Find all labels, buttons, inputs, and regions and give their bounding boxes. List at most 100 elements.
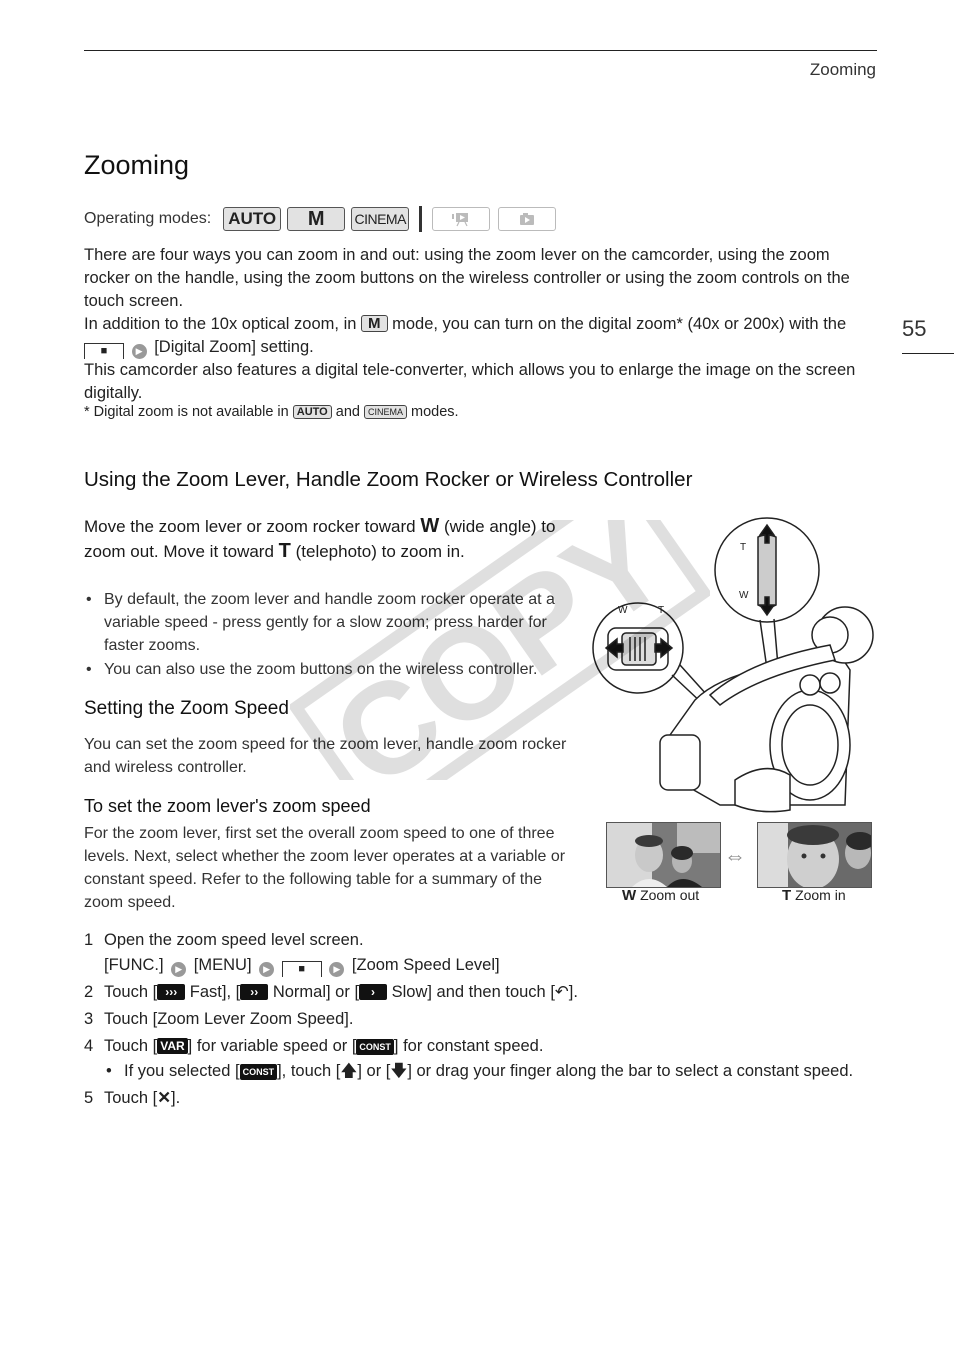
text: [Digital Zoom] setting. xyxy=(154,338,314,356)
text: Touch [ xyxy=(104,983,158,1001)
text: ], touch [ xyxy=(277,1062,341,1080)
lever-label-t: T xyxy=(658,605,664,616)
rocker-label-t: T xyxy=(740,542,746,553)
swap-arrow-icon: ⇔ xyxy=(724,843,746,868)
running-title: Zooming xyxy=(809,60,876,79)
operating-modes-label: Operating modes: xyxy=(84,210,212,227)
text: ]. xyxy=(568,983,578,1001)
step-number: 1 xyxy=(84,931,94,949)
text: Touch [ xyxy=(104,1089,158,1107)
intro-paragraph-3: This camcorder also features a digital t… xyxy=(84,361,856,402)
text: In addition to the 10x optical zoom, in xyxy=(84,315,357,333)
footnote: * Digital zoom is not available in AUTO … xyxy=(84,404,459,420)
header-rule xyxy=(84,50,877,51)
text: modes. xyxy=(411,404,459,420)
lever-label-w: W xyxy=(618,605,628,616)
rocker-label-w: W xyxy=(739,590,749,601)
operating-modes: Operating modes: AUTO M CINEMA xyxy=(84,206,564,232)
photo-playback-icon xyxy=(498,207,557,231)
text: ] or [ xyxy=(357,1062,391,1080)
text: * Digital zoom is not available in xyxy=(84,404,289,420)
page-title: Zooming xyxy=(84,150,190,180)
text: ] for variable speed or [ xyxy=(187,1037,357,1055)
text: mode, you can turn on the digital zoom* … xyxy=(392,315,785,333)
arrow-right-icon: ▶ xyxy=(171,962,187,977)
step-number: 5 xyxy=(84,1089,94,1107)
list-item: You can also use the zoom buttons on the… xyxy=(84,658,589,681)
tele-key: T xyxy=(782,887,792,904)
step-2: 2 Touch [››› Fast], [›› Normal] or [› Sl… xyxy=(84,981,874,1004)
zoom-out-caption: W Zoom out xyxy=(622,887,699,904)
arrow-up-icon: 🡅 xyxy=(340,1062,358,1080)
movie-menu-tab-icon: ■ xyxy=(281,961,322,977)
slow-speed-icon: › xyxy=(359,984,388,1000)
steps-list: 1 Open the zoom speed level screen. [FUN… xyxy=(84,929,874,1114)
text: (telephoto) to zoom in. xyxy=(295,542,465,561)
camcorder-body xyxy=(659,606,874,813)
mode-m-icon: M xyxy=(361,315,388,332)
zoom-in-caption: T Zoom in xyxy=(782,887,846,904)
text: Zoom out xyxy=(640,887,700,903)
step-number: 2 xyxy=(84,983,94,1001)
mode-cinema-icon: CINEMA xyxy=(351,207,410,231)
text: and xyxy=(335,404,360,420)
back-icon: ↶ xyxy=(554,983,569,1001)
step-3: 3 Touch [Zoom Lever Zoom Speed]. xyxy=(84,1008,874,1031)
zoom-speed-text: You can set the zoom speed for the zoom … xyxy=(84,736,567,776)
step-text: Open the zoom speed level screen. xyxy=(104,931,364,949)
close-icon: ✕ xyxy=(157,1089,172,1107)
zoom-in-photo xyxy=(757,822,872,888)
text: Normal] or [ xyxy=(272,983,360,1001)
tele-key: T xyxy=(278,540,291,562)
step-text: Touch [Zoom Lever Zoom Speed]. xyxy=(104,1010,354,1028)
var-icon: VAR xyxy=(157,1038,188,1054)
mode-cinema-icon: CINEMA xyxy=(363,405,407,419)
step-4: 4 Touch [VAR] for variable speed or [CON… xyxy=(84,1035,874,1083)
text: Slow] and then touch [ xyxy=(391,983,555,1001)
const-icon: CONST xyxy=(239,1064,278,1080)
normal-speed-icon: ›› xyxy=(240,984,269,1000)
menu-path-menu: [MENU] xyxy=(193,956,252,974)
arrow-down-icon: 🡇 xyxy=(390,1062,408,1080)
text: Fast], xyxy=(189,983,232,1001)
procedure-text: For the zoom lever, first set the overal… xyxy=(84,825,566,911)
page-number: 55 xyxy=(902,316,927,341)
zoom-lever-instructions: Move the zoom lever or zoom rocker towar… xyxy=(84,514,584,564)
arrow-right-icon: ▶ xyxy=(329,962,345,977)
mode-m-icon: M xyxy=(287,207,346,231)
mode-auto-icon: AUTO xyxy=(292,405,332,419)
mode-auto-icon: AUTO xyxy=(223,207,282,231)
step-5: 5 Touch [✕]. xyxy=(84,1087,874,1110)
procedure-heading: To set the zoom lever's zoom speed xyxy=(84,796,371,816)
step-number: 4 xyxy=(84,1037,94,1055)
intro-paragraph-1: There are four ways you can zoom in and … xyxy=(84,246,850,310)
section-heading: Using the Zoom Lever, Handle Zoom Rocker… xyxy=(84,468,693,491)
zoom-speed-heading: Setting the Zoom Speed xyxy=(84,698,289,719)
text: with the xyxy=(789,315,847,333)
wide-key: W xyxy=(622,887,637,904)
list-item: If you selected [CONST], touch [🡅] or [🡇… xyxy=(104,1060,853,1083)
menu-path-func: [FUNC.] xyxy=(104,956,164,974)
list-item: By default, the zoom lever and handle zo… xyxy=(84,588,589,657)
movie-playback-icon xyxy=(432,207,491,231)
text: If you selected [ xyxy=(124,1062,240,1080)
zoom-out-photo xyxy=(606,822,721,888)
page-number-rule xyxy=(902,353,954,354)
arrow-right-icon: ▶ xyxy=(259,962,275,977)
text: ] for constant speed. xyxy=(393,1037,544,1055)
const-icon: CONST xyxy=(356,1039,394,1055)
camcorder-illustration: T W W T xyxy=(592,517,874,813)
mode-separator xyxy=(419,206,423,232)
wide-key: W xyxy=(420,515,440,537)
movie-menu-tab-icon: ■ xyxy=(84,343,124,359)
intro-text: There are four ways you can zoom in and … xyxy=(84,244,874,405)
arrow-right-icon: ▶ xyxy=(131,344,147,359)
text: Zoom in xyxy=(795,887,846,903)
menu-path: [FUNC.] ▶ [MENU] ▶ ■ ▶ [Zoom Speed Level… xyxy=(104,954,500,977)
intro-paragraph-2: In addition to the 10x optical zoom, in … xyxy=(84,313,874,359)
text: Touch [ xyxy=(104,1037,158,1055)
step-1: 1 Open the zoom speed level screen. [FUN… xyxy=(84,929,874,977)
text: Move the zoom lever or zoom rocker towar… xyxy=(84,517,416,536)
bullet-list: By default, the zoom lever and handle zo… xyxy=(84,588,589,682)
fast-speed-icon: ››› xyxy=(157,984,186,1000)
